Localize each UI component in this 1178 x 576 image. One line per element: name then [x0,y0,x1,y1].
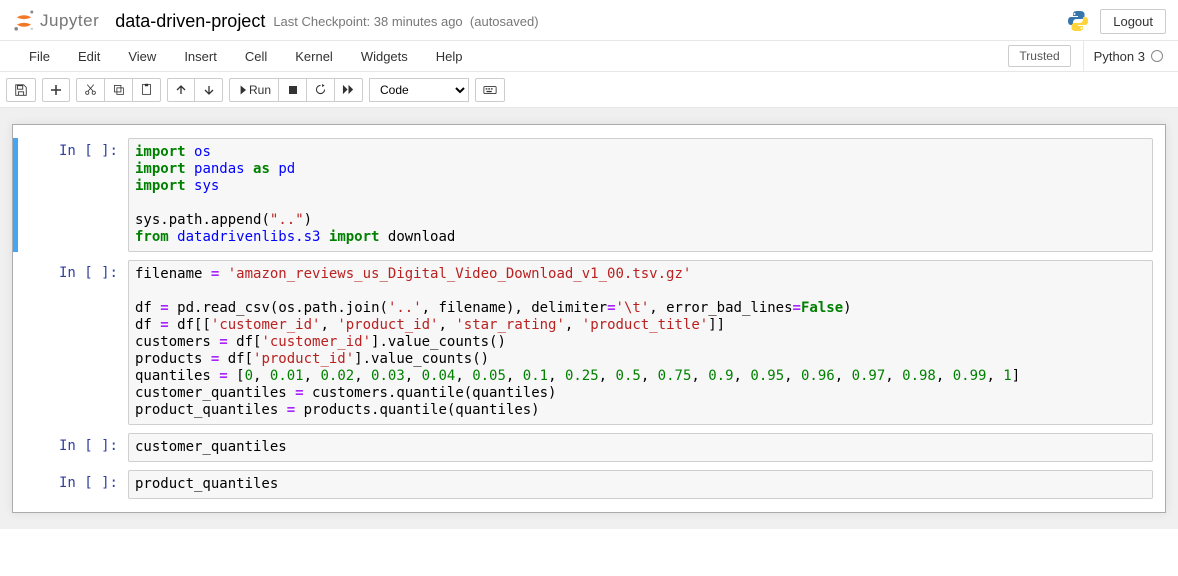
cell-type-select[interactable]: Code [369,78,469,102]
move-up-button[interactable] [167,78,195,102]
jupyter-logo[interactable]: Jupyter [12,7,99,35]
menu-item-insert[interactable]: Insert [170,43,231,70]
command-palette-button[interactable] [475,78,505,102]
cut-button[interactable] [76,78,105,102]
python-icon [1066,9,1090,33]
add-cell-button[interactable] [42,78,70,102]
menu-item-cell[interactable]: Cell [231,43,281,70]
menu-item-edit[interactable]: Edit [64,43,114,70]
interrupt-button[interactable] [279,78,307,102]
prompt: In [ ]: [13,470,128,499]
prompt: In [ ]: [13,138,128,252]
prompt: In [ ]: [13,433,128,462]
restart-run-all-button[interactable] [335,78,363,102]
notebook: In [ ]:import osimport pandas as pdimpor… [12,124,1166,513]
notebook-name[interactable]: data-driven-project [115,11,265,32]
trusted-indicator[interactable]: Trusted [1008,45,1070,67]
notebook-container: In [ ]:import osimport pandas as pdimpor… [0,108,1178,529]
prompt: In [ ]: [13,260,128,425]
menu-item-view[interactable]: View [114,43,170,70]
toolbar: Run Code [0,72,1178,108]
restart-button[interactable] [307,78,335,102]
kernel-indicator-icon [1151,50,1163,62]
menu-item-kernel[interactable]: Kernel [281,43,347,70]
copy-button[interactable] [105,78,133,102]
logout-button[interactable]: Logout [1100,9,1166,34]
menu-item-widgets[interactable]: Widgets [347,43,422,70]
kernel-name[interactable]: Python 3 [1083,40,1163,72]
code-input[interactable]: customer_quantiles [128,433,1153,462]
code-input[interactable]: import osimport pandas as pdimport sys s… [128,138,1153,252]
save-button[interactable] [6,78,36,102]
code-cell[interactable]: In [ ]:product_quantiles [13,467,1165,502]
menu-item-file[interactable]: File [15,43,64,70]
logo-text: Jupyter [40,11,99,31]
checkpoint-status: Last Checkpoint: 38 minutes ago (autosav… [273,14,538,29]
code-cell[interactable]: In [ ]:import osimport pandas as pdimpor… [13,135,1165,255]
jupyter-icon [12,9,36,33]
header: Jupyter data-driven-project Last Checkpo… [0,0,1178,40]
run-button[interactable]: Run [229,78,279,102]
menu-item-help[interactable]: Help [422,43,477,70]
paste-button[interactable] [133,78,161,102]
move-down-button[interactable] [195,78,223,102]
code-cell[interactable]: In [ ]:customer_quantiles [13,430,1165,465]
code-input[interactable]: product_quantiles [128,470,1153,499]
menubar: FileEditViewInsertCellKernelWidgetsHelp … [0,40,1178,72]
code-cell[interactable]: In [ ]:filename = 'amazon_reviews_us_Dig… [13,257,1165,428]
code-input[interactable]: filename = 'amazon_reviews_us_Digital_Vi… [128,260,1153,425]
